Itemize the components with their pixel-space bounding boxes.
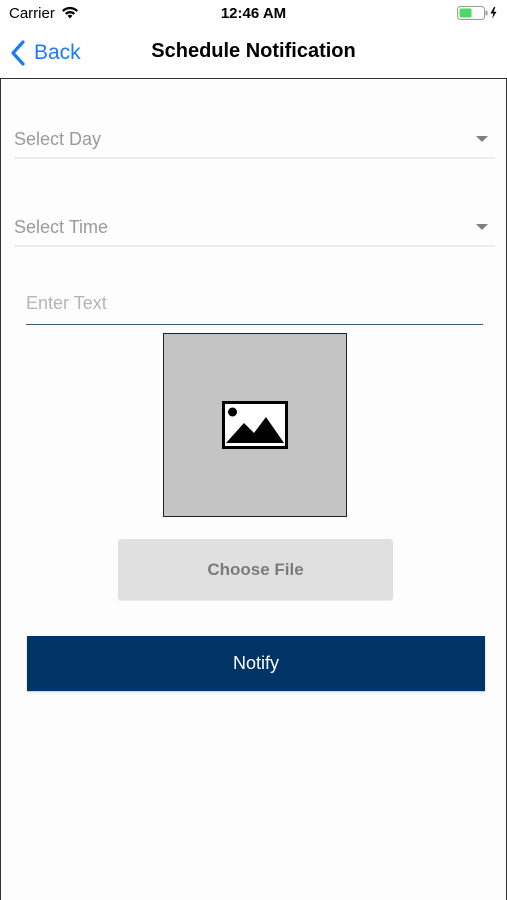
caret-down-icon [476, 136, 488, 142]
notify-button[interactable]: Notify [27, 636, 485, 691]
caret-down-icon [476, 224, 488, 230]
select-day-dropdown[interactable]: Select Day [14, 119, 495, 159]
image-preview [163, 333, 347, 517]
page-title: Schedule Notification [151, 40, 356, 62]
select-time-label: Select Time [14, 217, 109, 237]
status-bar: Carrier 12:46 AM [0, 0, 507, 28]
choose-file-button[interactable]: Choose File [118, 539, 393, 600]
image-icon [222, 401, 288, 449]
enter-text-input[interactable] [26, 279, 483, 325]
form-container: Select Day Select Time Choose File Notif… [0, 78, 507, 900]
select-time-dropdown[interactable]: Select Time [14, 207, 495, 247]
navigation-bar: Back Schedule Notification [0, 28, 507, 80]
status-time: 12:46 AM [220, 5, 287, 22]
select-day-label: Select Day [14, 129, 102, 149]
battery-charging-icon [457, 6, 497, 20]
